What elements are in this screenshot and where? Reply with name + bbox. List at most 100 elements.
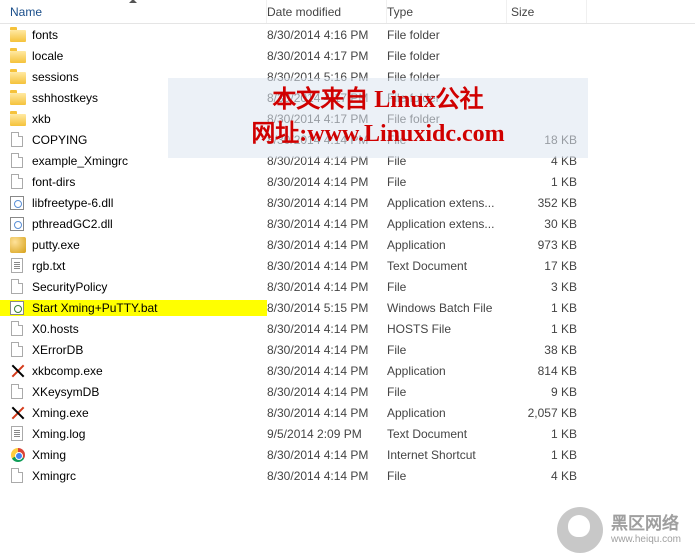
file-row[interactable]: Xming.exe8/30/2014 4:14 PMApplication2,0…: [0, 402, 695, 423]
file-date: 8/30/2014 4:14 PM: [267, 448, 387, 462]
column-header-date[interactable]: Date modified: [267, 0, 387, 23]
file-name-label: xkb: [32, 112, 51, 126]
column-header-type-label: Type: [387, 5, 413, 19]
column-header-name[interactable]: Name: [0, 0, 267, 23]
file-row[interactable]: Start Xming+PuTTY.bat8/30/2014 5:15 PMWi…: [0, 297, 695, 318]
file-name-label: SecurityPolicy: [32, 280, 107, 294]
file-size: 1 KB: [507, 427, 587, 441]
folder-icon: [10, 48, 26, 64]
file-size: 1 KB: [507, 301, 587, 315]
file-name-label: libfreetype-6.dll: [32, 196, 113, 210]
sort-ascending-icon: [129, 0, 137, 3]
file-type: Application: [387, 406, 507, 420]
file-type: Application: [387, 238, 507, 252]
brand-text: 黑区网络 www.heiqu.com: [611, 515, 681, 545]
file-row[interactable]: xkbcomp.exe8/30/2014 4:14 PMApplication8…: [0, 360, 695, 381]
file-date: 8/30/2014 4:14 PM: [267, 469, 387, 483]
file-row[interactable]: Xming 8/30/2014 4:14 PMInternet Shortcut1…: [0, 444, 695, 465]
file-type: Application: [387, 364, 507, 378]
text-icon: [10, 258, 26, 274]
folder-icon: [10, 111, 26, 127]
file-icon: [10, 132, 26, 148]
file-row[interactable]: rgb.txt8/30/2014 4:14 PMText Document17 …: [0, 255, 695, 276]
brand-en: www.heiqu.com: [611, 534, 681, 545]
bat-icon: [10, 300, 26, 316]
file-size: 38 KB: [507, 343, 587, 357]
file-row[interactable]: xkb8/30/2014 4:17 PMFile folder: [0, 108, 695, 129]
file-row[interactable]: X0.hosts8/30/2014 4:14 PMHOSTS File1 KB: [0, 318, 695, 339]
file-type: Internet Shortcut: [387, 448, 507, 462]
file-name-label: XKeysymDB: [32, 385, 99, 399]
file-name-label: font-dirs: [32, 175, 75, 189]
file-name-label: Xming.log: [32, 427, 85, 441]
file-date: 8/30/2014 4:14 PM: [267, 154, 387, 168]
text-icon: [10, 426, 26, 442]
file-row[interactable]: COPYING8/30/2014 4:14 PMFile18 KB: [0, 129, 695, 150]
file-size: 1 KB: [507, 175, 587, 189]
file-type: Text Document: [387, 259, 507, 273]
file-name-label: COPYING: [32, 133, 87, 147]
file-name-label: fonts: [32, 28, 58, 42]
file-type: File: [387, 280, 507, 294]
file-name-label: sshhostkeys: [32, 91, 98, 105]
column-header-size-label: Size: [511, 5, 534, 19]
file-type: File folder: [387, 28, 507, 42]
file-date: 8/30/2014 4:14 PM: [267, 196, 387, 210]
file-list: fonts8/30/2014 4:16 PMFile folderlocale8…: [0, 24, 695, 486]
file-date: 8/30/2014 4:14 PM: [267, 259, 387, 273]
file-date: 9/5/2014 2:09 PM: [267, 427, 387, 441]
file-date: 8/30/2014 4:14 PM: [267, 280, 387, 294]
file-date: 8/30/2014 4:14 PM: [267, 133, 387, 147]
file-icon: [10, 153, 26, 169]
file-row[interactable]: locale8/30/2014 4:17 PMFile folder: [0, 45, 695, 66]
file-name-label: pthreadGC2.dll: [32, 217, 113, 231]
file-row[interactable]: XKeysymDB8/30/2014 4:14 PMFile9 KB: [0, 381, 695, 402]
file-type: File: [387, 469, 507, 483]
file-row[interactable]: pthreadGC2.dll 8/30/2014 4:14 PMApplicati…: [0, 213, 695, 234]
file-size: 1 KB: [507, 448, 587, 462]
file-type: File folder: [387, 49, 507, 63]
file-row[interactable]: SecurityPolicy8/30/2014 4:14 PMFile3 KB: [0, 276, 695, 297]
file-date: 8/30/2014 4:14 PM: [267, 406, 387, 420]
file-type: Windows Batch File: [387, 301, 507, 315]
column-header-row: Name Date modified Type Size: [0, 0, 695, 24]
file-type: HOSTS File: [387, 322, 507, 336]
folder-icon: [10, 27, 26, 43]
column-header-type[interactable]: Type: [387, 0, 507, 23]
column-header-name-label: Name: [10, 5, 42, 19]
file-date: 8/30/2014 4:14 PM: [267, 217, 387, 231]
file-size: 814 KB: [507, 364, 587, 378]
file-size: 973 KB: [507, 238, 587, 252]
dll-icon: [10, 216, 26, 232]
file-icon: [10, 468, 26, 484]
file-row[interactable]: XErrorDB8/30/2014 4:14 PMFile38 KB: [0, 339, 695, 360]
file-type: File: [387, 343, 507, 357]
mushroom-icon: [557, 507, 603, 553]
file-icon: [10, 342, 26, 358]
file-type: Application extens...: [387, 217, 507, 231]
file-date: 8/30/2014 4:17 PM: [267, 91, 387, 105]
file-size: 4 KB: [507, 469, 587, 483]
file-name-label: sessions: [32, 70, 79, 84]
file-name-label: example_Xmingrc: [32, 154, 128, 168]
file-icon: [10, 321, 26, 337]
file-row[interactable]: fonts8/30/2014 4:16 PMFile folder: [0, 24, 695, 45]
file-row[interactable]: Xming.log9/5/2014 2:09 PMText Document1 …: [0, 423, 695, 444]
file-row[interactable]: font-dirs8/30/2014 4:14 PMFile1 KB: [0, 171, 695, 192]
column-header-size[interactable]: Size: [507, 0, 587, 23]
file-row[interactable]: example_Xmingrc8/30/2014 4:14 PMFile4 KB: [0, 150, 695, 171]
file-row[interactable]: sshhostkeys 8/30/2014 4:17 PMFile folder: [0, 87, 695, 108]
file-row[interactable]: sessions8/30/2014 5:16 PMFile folder: [0, 66, 695, 87]
file-type: File folder: [387, 91, 507, 105]
x-icon: [10, 405, 26, 421]
file-row[interactable]: putty.exe8/30/2014 4:14 PMApplication973…: [0, 234, 695, 255]
file-name-label: XErrorDB: [32, 343, 83, 357]
file-date: 8/30/2014 4:14 PM: [267, 364, 387, 378]
file-row[interactable]: libfreetype-6.dll8/30/2014 4:14 PMApplic…: [0, 192, 695, 213]
file-name-label: Xming: [32, 448, 66, 462]
file-row[interactable]: Xmingrc8/30/2014 4:14 PMFile4 KB: [0, 465, 695, 486]
file-icon: [10, 279, 26, 295]
putty-icon: [10, 237, 26, 253]
file-date: 8/30/2014 4:17 PM: [267, 112, 387, 126]
file-name-label: rgb.txt: [32, 259, 65, 273]
